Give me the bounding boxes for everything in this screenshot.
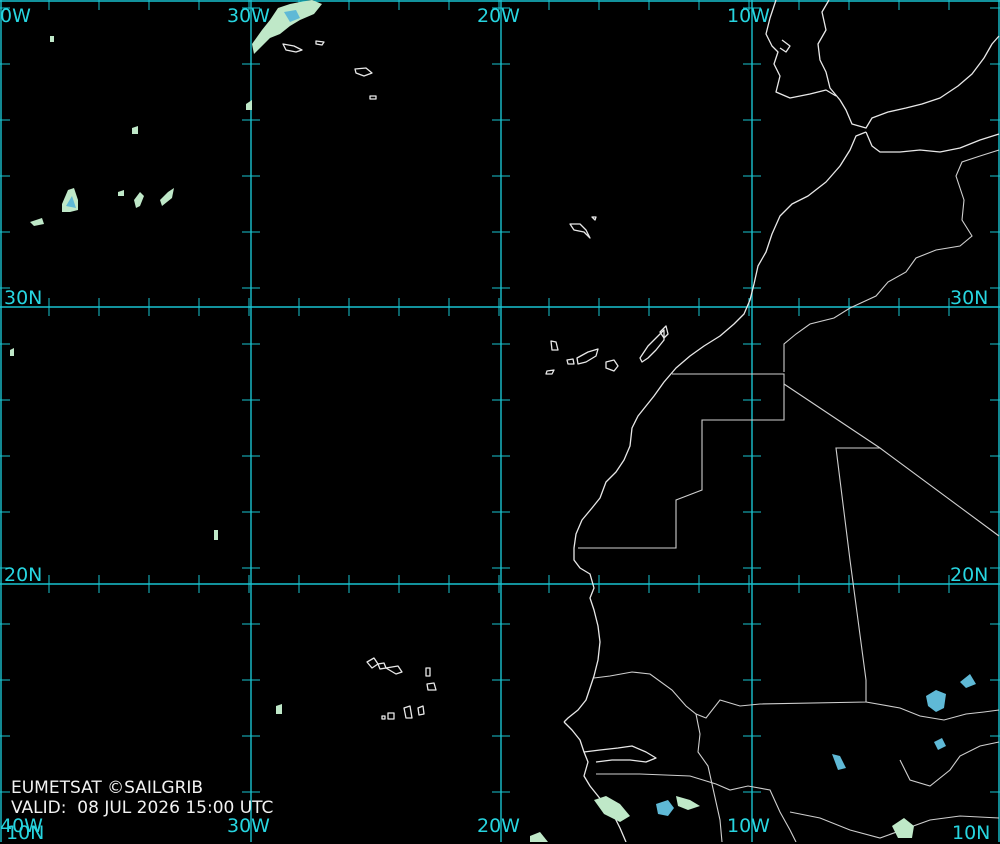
label-lat-10n-bottom-left: 10N <box>6 822 45 844</box>
label-lat-20n-right: 20N <box>950 564 989 586</box>
label-lon-10w-bottom: 10W <box>727 815 770 837</box>
valid-label: VALID: <box>11 798 67 818</box>
label-lat-10n-bottom-right: 10N <box>952 822 991 844</box>
credit-valid: VALID: 08 JUL 2026 15:00 UTC <box>11 799 273 818</box>
label-lon-30w-top: 30W <box>227 5 270 27</box>
label-lat-20n-left: 20N <box>4 564 43 586</box>
satellite-map <box>0 0 1000 842</box>
label-lon-20w-top: 20W <box>477 5 520 27</box>
credit-source: EUMETSAT ©SAILGRIB <box>11 778 204 798</box>
valid-time: 08 JUL 2026 15:00 UTC <box>77 798 274 818</box>
label-lon-left-edge-top: 0W <box>0 5 31 27</box>
label-lon-20w-bottom: 20W <box>477 815 520 837</box>
map-background <box>0 0 1000 842</box>
label-lat-30n-left: 30N <box>4 287 43 309</box>
label-lat-30n-right: 30N <box>950 287 989 309</box>
cloud-west-9 <box>214 530 218 540</box>
label-lon-10w-top: 10W <box>727 5 770 27</box>
cloud-west-11 <box>50 36 54 42</box>
label-lon-30w-bottom: 30W <box>227 815 270 837</box>
